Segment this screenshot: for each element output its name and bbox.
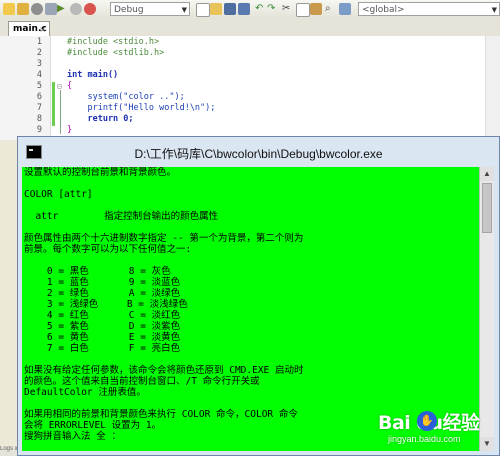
console-line: 3 = 浅绿色 B = 淡浅绿色 [24, 299, 188, 310]
console-line: 5 = 紫色 D = 淡紫色 [24, 321, 181, 332]
scroll-up-icon[interactable]: ▲ [480, 167, 494, 181]
scope-value: <global> [362, 5, 405, 15]
line-code: { [67, 81, 73, 91]
console-line: 2 = 绿色 A = 淡绿色 [24, 288, 181, 299]
line-code: } [67, 125, 73, 135]
build-icon[interactable] [17, 3, 29, 15]
console-line: 搜狗拼音输入法 全 ： [24, 431, 121, 442]
find-icon[interactable]: ⌕ [325, 3, 337, 15]
code-editor[interactable]: 1 #include <stdio.h> 2 #include <stdlib.h>… [0, 36, 500, 140]
console-line: 如果用相同的前景和背景颜色来执行 COLOR 命令，COLOR 命令 [24, 409, 298, 420]
console-line: 0 = 黑色 8 = 灰色 [24, 266, 171, 277]
console-line: DefaultColor 注册表值。 [24, 387, 146, 398]
open-folder-icon[interactable] [210, 3, 222, 15]
toolbar: ▶ Debug ▼ ↶ ↷ ✂ ⌕ <global> ▼ [0, 0, 500, 20]
line-number: 3 [36, 59, 42, 69]
console-titlebar[interactable]: D:\工作\码库\C\bwcolor\bin\Debug\bwcolor.exe [18, 137, 499, 167]
scroll-thumb[interactable] [482, 183, 492, 233]
line-number: 7 [36, 103, 42, 113]
fold-line [60, 90, 61, 134]
line-number: 2 [36, 48, 42, 58]
line-code: int main() [67, 70, 119, 80]
line-number: 4 [36, 70, 42, 80]
chevron-down-icon: ▼ [491, 6, 497, 14]
console-line: attr 指定控制台输出的颜色属性 [24, 211, 219, 222]
logs-panel-tab[interactable]: Logs & others [0, 446, 17, 456]
editor-scrollbar[interactable] [485, 36, 500, 140]
build-target-select[interactable]: Debug ▼ [110, 2, 190, 16]
line-number: 8 [36, 114, 42, 124]
console-line: COLOR [attr] [24, 189, 93, 200]
console-title: D:\工作\码库\C\bwcolor\bin\Debug\bwcolor.exe [134, 147, 383, 161]
tab-main-c[interactable]: main.c × [8, 21, 50, 36]
paste-icon[interactable] [310, 3, 322, 15]
console-line: 颜色属性由两个十六进制数字指定 -- 第一个为背景，第二个则为 [24, 233, 304, 244]
build-target-value: Debug [114, 5, 144, 15]
fold-toggle-icon[interactable]: ⊟ [57, 81, 64, 92]
line-number: 5 [36, 81, 42, 91]
console-line: 4 = 红色 C = 淡红色 [24, 310, 181, 321]
play-icon[interactable]: ▶ [57, 3, 69, 15]
line-code: system("color .."); [67, 92, 185, 102]
settings-icon[interactable] [3, 3, 15, 15]
console-line: 7 = 白色 F = 亮白色 [24, 343, 181, 354]
line-code: printf("Hello world!\n"); [67, 103, 216, 113]
stop-icon[interactable] [31, 3, 43, 15]
close-icon[interactable]: × [39, 22, 46, 37]
line-code: #include <stdlib.h> [67, 48, 165, 58]
line-code: #include <stdio.h> [67, 37, 160, 47]
baidu-watermark: Bai du经验 ✋ jingyan.baidu.com [378, 408, 494, 448]
undo-icon[interactable]: ↶ [255, 3, 267, 15]
scope-select[interactable]: <global> ▼ [358, 2, 500, 16]
console-line: 6 = 黄色 E = 淡黄色 [24, 332, 181, 343]
baidu-paw-icon: ✋ [417, 411, 437, 431]
line-number: 6 [36, 92, 42, 102]
console-line: 的颜色。这个值来自当前控制台窗口、/T 命令行开关或 [24, 376, 260, 387]
console-line: 如果没有给定任何参数，该命令会将颜色还原到 CMD.EXE 启动时 [24, 365, 304, 376]
save-icon[interactable] [224, 3, 236, 15]
run-icon[interactable] [45, 3, 57, 15]
console-line: 设置默认的控制台前景和背景颜色。 [24, 167, 177, 178]
cut-icon[interactable]: ✂ [282, 3, 294, 15]
console-line: 1 = 蓝色 9 = 淡蓝色 [24, 277, 181, 288]
console-line: 会将 ERRORLEVEL 设置为 1。 [24, 420, 162, 431]
save-all-icon[interactable] [238, 3, 250, 15]
debug-gear-icon[interactable] [70, 3, 82, 15]
line-code: return 0; [67, 114, 134, 124]
watermark-url: jingyan.baidu.com [388, 434, 461, 444]
line-number: 9 [36, 125, 42, 135]
editor-tab-bar: main.c × [0, 19, 500, 37]
abort-icon[interactable] [84, 3, 96, 15]
copy-icon[interactable] [296, 3, 310, 17]
redo-icon[interactable]: ↷ [267, 3, 279, 15]
chevron-down-icon: ▼ [181, 6, 187, 14]
change-marker [52, 82, 55, 126]
new-file-icon[interactable] [196, 3, 210, 17]
line-number: 1 [36, 37, 42, 47]
console-line: 前景。每个数字可以为以下任何值之一: [24, 244, 192, 255]
replace-icon[interactable] [339, 3, 351, 15]
